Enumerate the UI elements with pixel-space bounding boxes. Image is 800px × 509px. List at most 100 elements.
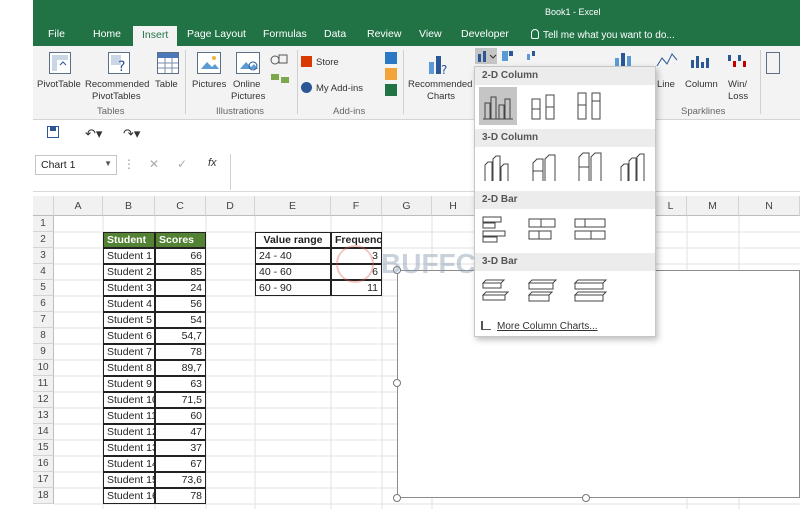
student-score-cell[interactable]: 56: [155, 296, 206, 312]
student-score-cell[interactable]: 85: [155, 264, 206, 280]
row-header[interactable]: 12: [33, 392, 54, 408]
row-header[interactable]: 5: [33, 280, 54, 296]
student-score-cell[interactable]: 78: [155, 344, 206, 360]
column-header[interactable]: F: [331, 196, 382, 216]
frequency-cell[interactable]: 6: [331, 264, 382, 280]
student-name-cell[interactable]: Student 4: [103, 296, 155, 312]
store-button[interactable]: Store: [301, 56, 339, 69]
chart-option-clustered-column[interactable]: [479, 87, 517, 125]
more-column-charts-link[interactable]: More Column Charts...: [481, 321, 598, 332]
column-header[interactable]: E: [255, 196, 331, 216]
insert-column-chart-button[interactable]: [475, 48, 497, 64]
undo-icon[interactable]: ↶▾: [85, 126, 102, 142]
tab-file[interactable]: File: [48, 28, 65, 40]
resize-handle[interactable]: [582, 494, 590, 502]
column-header[interactable]: C: [155, 196, 206, 216]
column-header[interactable]: M: [687, 196, 739, 216]
student-name-cell[interactable]: Student 9: [103, 376, 155, 392]
column-header[interactable]: G: [382, 196, 432, 216]
chart-option-3d-100pct-bar[interactable]: [571, 273, 609, 311]
student-score-cell[interactable]: 47: [155, 424, 206, 440]
resize-handle[interactable]: [393, 266, 401, 274]
student-name-cell[interactable]: Student 5: [103, 312, 155, 328]
row-header[interactable]: 15: [33, 440, 54, 456]
tell-me-box[interactable]: Tell me what you want to do...: [531, 29, 675, 41]
scores-header-cell[interactable]: Scores: [155, 232, 206, 248]
resize-handle[interactable]: [393, 379, 401, 387]
row-header[interactable]: 2: [33, 232, 54, 248]
student-score-cell[interactable]: 54: [155, 312, 206, 328]
column-header[interactable]: B: [103, 196, 155, 216]
chart-option-stacked-column[interactable]: [525, 87, 563, 125]
frequency-cell[interactable]: 11: [331, 280, 382, 296]
student-score-cell[interactable]: 63: [155, 376, 206, 392]
row-header[interactable]: 9: [33, 344, 54, 360]
student-header-cell[interactable]: Student: [103, 232, 155, 248]
row-header[interactable]: 11: [33, 376, 54, 392]
student-score-cell[interactable]: 71,5: [155, 392, 206, 408]
student-score-cell[interactable]: 37: [155, 440, 206, 456]
insert-function-icon[interactable]: fx: [208, 157, 217, 169]
chart-option-3d-clustered-bar[interactable]: [479, 273, 517, 311]
slicer-button[interactable]: [766, 52, 780, 74]
student-name-cell[interactable]: Student 1: [103, 248, 155, 264]
addin-icon-1[interactable]: [385, 52, 397, 64]
tab-view[interactable]: View: [419, 28, 442, 40]
row-header[interactable]: 14: [33, 424, 54, 440]
value-range-cell[interactable]: 60 - 90: [255, 280, 331, 296]
tab-home[interactable]: Home: [93, 28, 121, 40]
student-name-cell[interactable]: Student 16: [103, 488, 155, 504]
chart-option-3d-stacked-bar[interactable]: [525, 273, 563, 311]
insert-waterfall-chart-button[interactable]: [525, 48, 547, 64]
row-header[interactable]: 17: [33, 472, 54, 488]
student-name-cell[interactable]: Student 7: [103, 344, 155, 360]
column-header[interactable]: H: [432, 196, 475, 216]
tab-insert[interactable]: Insert: [133, 26, 178, 46]
row-header[interactable]: 3: [33, 248, 54, 264]
row-header[interactable]: 18: [33, 488, 54, 504]
select-all-corner[interactable]: [33, 196, 54, 216]
student-score-cell[interactable]: 66: [155, 248, 206, 264]
value-range-cell[interactable]: 24 - 40: [255, 248, 331, 264]
student-score-cell[interactable]: 78: [155, 488, 206, 504]
student-score-cell[interactable]: 67: [155, 456, 206, 472]
column-header[interactable]: D: [206, 196, 255, 216]
student-score-cell[interactable]: 60: [155, 408, 206, 424]
value-range-header-cell[interactable]: Value range: [255, 232, 331, 248]
student-name-cell[interactable]: Student 10: [103, 392, 155, 408]
redo-icon[interactable]: ↷▾: [123, 126, 140, 142]
student-score-cell[interactable]: 54,7: [155, 328, 206, 344]
frequency-cell[interactable]: 3: [331, 248, 382, 264]
chart-option-3d-100pct-column[interactable]: [571, 149, 609, 187]
row-header[interactable]: 6: [33, 296, 54, 312]
chart-option-3d-column[interactable]: [615, 149, 653, 187]
column-header[interactable]: N: [739, 196, 800, 216]
row-header[interactable]: 10: [33, 360, 54, 376]
column-header[interactable]: L: [655, 196, 687, 216]
tab-formulas[interactable]: Formulas: [263, 28, 307, 40]
name-box[interactable]: Chart 1 ▼: [35, 155, 117, 175]
addin-icon-2[interactable]: [385, 68, 397, 80]
row-header[interactable]: 16: [33, 456, 54, 472]
smartart-button[interactable]: [269, 72, 291, 86]
tab-developer[interactable]: Developer: [461, 28, 509, 40]
student-name-cell[interactable]: Student 14: [103, 456, 155, 472]
student-name-cell[interactable]: Student 6: [103, 328, 155, 344]
my-addins-button[interactable]: My Add-ins: [301, 82, 363, 95]
chart-option-3d-clustered-column[interactable]: [479, 149, 517, 187]
row-header[interactable]: 4: [33, 264, 54, 280]
shapes-button[interactable]: [269, 52, 291, 68]
student-name-cell[interactable]: Student 8: [103, 360, 155, 376]
row-header[interactable]: 8: [33, 328, 54, 344]
chart-option-clustered-bar[interactable]: [479, 211, 517, 249]
student-score-cell[interactable]: 89,7: [155, 360, 206, 376]
enter-icon[interactable]: ✓: [177, 157, 187, 171]
student-name-cell[interactable]: Student 2: [103, 264, 155, 280]
tab-data[interactable]: Data: [324, 28, 346, 40]
student-score-cell[interactable]: 24: [155, 280, 206, 296]
frequency-header-cell[interactable]: Frequency: [331, 232, 382, 248]
student-name-cell[interactable]: Student 12: [103, 424, 155, 440]
cancel-icon[interactable]: ✕: [149, 157, 159, 171]
student-name-cell[interactable]: Student 3: [103, 280, 155, 296]
value-range-cell[interactable]: 40 - 60: [255, 264, 331, 280]
